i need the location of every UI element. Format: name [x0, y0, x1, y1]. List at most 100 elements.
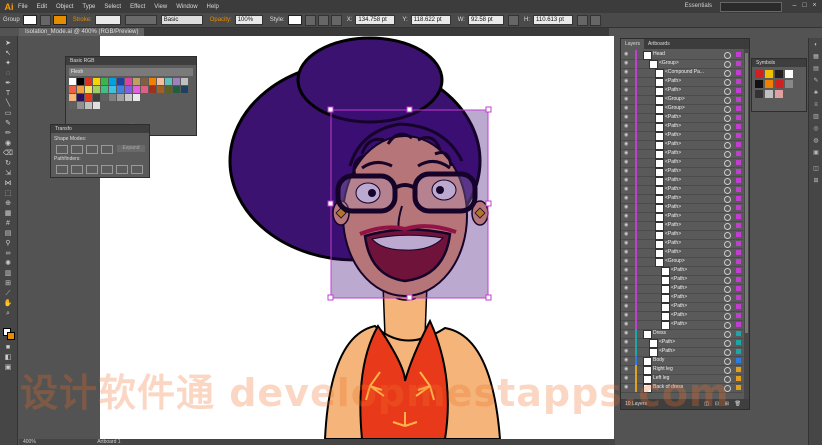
symbols-panel-title[interactable]: Symbols [752, 59, 806, 67]
merge-icon[interactable] [86, 165, 98, 174]
stroke-label[interactable]: Stroke: [73, 17, 92, 23]
target-icon[interactable] [724, 142, 731, 149]
layer-name[interactable]: <Path> [665, 158, 681, 167]
selection-indicator[interactable] [736, 358, 741, 363]
layer-name[interactable]: <Path> [665, 167, 681, 176]
target-icon[interactable] [724, 313, 731, 320]
panel-menu-icon[interactable] [589, 14, 601, 26]
target-icon[interactable] [724, 250, 731, 257]
target-icon[interactable] [724, 124, 731, 131]
selection-indicator[interactable] [736, 61, 741, 66]
brush-style-dropdown[interactable]: Basic [160, 15, 203, 25]
opacity-label[interactable]: Opacity: [210, 17, 232, 23]
target-icon[interactable] [724, 259, 731, 266]
exclude-icon[interactable] [101, 145, 113, 154]
selection-indicator[interactable] [736, 286, 741, 291]
layer-name[interactable]: <Path> [671, 293, 687, 302]
menu-object[interactable]: Object [56, 4, 73, 10]
stroke-swatch[interactable] [52, 15, 67, 25]
layer-name[interactable]: <Path> [659, 347, 675, 356]
visibility-eye-icon[interactable]: ◉ [624, 248, 628, 257]
shape-builder-tool-icon[interactable]: ⊕ [3, 200, 13, 208]
selection-indicator[interactable] [736, 142, 741, 147]
visibility-eye-icon[interactable]: ◉ [624, 230, 628, 239]
target-icon[interactable] [724, 223, 731, 230]
target-icon[interactable] [724, 331, 731, 338]
layer-name[interactable]: <Path> [665, 185, 681, 194]
layer-name[interactable]: <Path> [671, 311, 687, 320]
target-icon[interactable] [724, 295, 731, 302]
slice-tool-icon[interactable]: ⟋ [3, 290, 13, 298]
visibility-eye-icon[interactable]: ◉ [624, 122, 628, 131]
zoom-level[interactable]: 400% [23, 439, 36, 445]
pathfinder-panel-tab[interactable]: Transfo [51, 125, 149, 133]
swatches-panel-title[interactable]: Basic RGB [66, 57, 196, 65]
menu-edit[interactable]: Edit [37, 4, 47, 10]
style-swatch[interactable] [287, 15, 302, 25]
selection-indicator[interactable] [736, 115, 741, 120]
layer-name[interactable]: <Path> [671, 302, 687, 311]
selection-indicator[interactable] [736, 277, 741, 282]
selection-indicator[interactable] [736, 124, 741, 129]
selection-indicator[interactable] [736, 340, 741, 345]
lasso-tool-icon[interactable]: ◌ [3, 70, 13, 78]
magic-wand-tool-icon[interactable]: ✦ [3, 60, 13, 68]
type-tool-icon[interactable]: T [3, 90, 13, 98]
target-icon[interactable] [724, 160, 731, 167]
target-icon[interactable] [724, 205, 731, 212]
layer-name[interactable]: <Path> [665, 248, 681, 257]
visibility-eye-icon[interactable]: ◉ [624, 149, 628, 158]
fill-swatch[interactable] [22, 15, 37, 25]
eraser-tool-icon[interactable]: ⌫ [3, 150, 13, 158]
search-input[interactable] [720, 2, 782, 12]
stroke-color-icon[interactable] [7, 332, 15, 340]
reference-point-icon[interactable] [330, 14, 342, 26]
minus-back-icon[interactable] [131, 165, 143, 174]
target-icon[interactable] [724, 133, 731, 140]
visibility-eye-icon[interactable]: ◉ [624, 329, 628, 338]
w-field[interactable]: 92.58 pt [467, 15, 504, 25]
layer-name[interactable]: <Group> [665, 257, 685, 266]
selection-indicator[interactable] [736, 79, 741, 84]
target-icon[interactable] [724, 88, 731, 95]
target-icon[interactable] [724, 70, 731, 77]
visibility-eye-icon[interactable]: ◉ [624, 284, 628, 293]
layer-name[interactable]: <Path> [665, 230, 681, 239]
direct-selection-tool-icon[interactable]: ↖ [3, 50, 13, 58]
brushes-icon[interactable]: ✎ [812, 78, 820, 85]
transparency-icon[interactable]: ◎ [812, 126, 820, 133]
target-icon[interactable] [724, 340, 731, 347]
layer-name[interactable]: <Path> [665, 140, 681, 149]
layer-name[interactable]: <Path> [671, 320, 687, 329]
selection-indicator[interactable] [736, 133, 741, 138]
perspective-grid-tool-icon[interactable]: ▦ [3, 210, 13, 218]
target-icon[interactable] [724, 79, 731, 86]
y-field[interactable]: 118.622 pt [410, 15, 451, 25]
selection-indicator[interactable] [736, 160, 741, 165]
visibility-eye-icon[interactable]: ◉ [624, 203, 628, 212]
layer-name[interactable]: Head [653, 50, 665, 59]
layer-name[interactable]: <Path> [665, 221, 681, 230]
symbol-sprayer-tool-icon[interactable]: ✺ [3, 260, 13, 268]
divide-icon[interactable] [56, 165, 68, 174]
visibility-eye-icon[interactable]: ◉ [624, 59, 628, 68]
selection-indicator[interactable] [736, 178, 741, 183]
hand-tool-icon[interactable]: ✋ [3, 300, 13, 308]
layer-name[interactable]: <Path> [665, 212, 681, 221]
visibility-eye-icon[interactable]: ◉ [624, 221, 628, 230]
visibility-eye-icon[interactable]: ◉ [624, 140, 628, 149]
visibility-eye-icon[interactable]: ◉ [624, 158, 628, 167]
delete-layer-icon[interactable]: 🗑 [735, 399, 741, 409]
layer-name[interactable]: <Path> [659, 338, 675, 347]
menu-file[interactable]: File [18, 4, 28, 10]
artboard-tool-icon[interactable]: ⊞ [3, 280, 13, 288]
layer-name[interactable]: <Group> [665, 104, 685, 113]
visibility-eye-icon[interactable]: ◉ [624, 320, 628, 329]
target-icon[interactable] [724, 286, 731, 293]
color-guide-icon[interactable]: ▦ [812, 54, 820, 61]
menu-effect[interactable]: Effect [130, 4, 145, 10]
target-icon[interactable] [724, 214, 731, 221]
variable-width-dropdown[interactable] [124, 15, 157, 25]
selection-indicator[interactable] [736, 367, 741, 372]
expand-button[interactable]: Expand [117, 145, 145, 152]
